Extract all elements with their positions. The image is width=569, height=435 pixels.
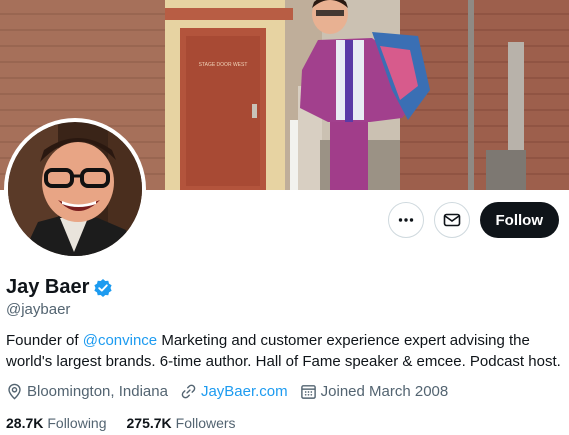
location-pin-icon	[8, 383, 21, 400]
verified-badge-icon[interactable]	[93, 278, 113, 298]
link-icon	[181, 384, 196, 399]
calendar-icon	[300, 385, 316, 399]
display-name: Jay Baer	[6, 276, 90, 298]
more-options-button[interactable]	[387, 202, 424, 238]
following-count: 28.7K	[6, 415, 44, 431]
user-handle: @jaybaer	[6, 301, 71, 318]
followers-label: Followers	[175, 415, 236, 431]
location-text: Bloomington, Indiana	[27, 383, 168, 400]
profile-avatar[interactable]	[4, 118, 146, 260]
joined-item: Joined March 2008	[300, 383, 449, 400]
following-link[interactable]: 28.7K Following	[6, 415, 107, 431]
more-icon	[398, 218, 413, 222]
follow-button[interactable]: Follow	[479, 202, 559, 238]
followers-link[interactable]: 275.7K Followers	[127, 415, 236, 431]
bio-mention-link[interactable]: @convince	[83, 332, 157, 349]
bio-text-prefix: Founder of	[6, 332, 83, 349]
website-link[interactable]: JayBaer.com	[201, 383, 288, 400]
profile-bio: Founder of @convince Marketing and custo…	[6, 330, 562, 372]
svg-text:STAGE DOOR WEST: STAGE DOOR WEST	[199, 62, 248, 68]
website-item: JayBaer.com	[180, 383, 288, 400]
followers-count: 275.7K	[126, 415, 172, 431]
name-row: Jay Baer	[6, 276, 113, 299]
profile-page: STAGE DOOR WEST Follow Jay Baer @jaybaer…	[0, 0, 569, 435]
profile-actions: Follow	[387, 202, 559, 238]
envelope-icon	[443, 213, 460, 227]
avatar-photo	[8, 122, 142, 256]
message-button[interactable]	[433, 202, 470, 238]
joined-text: Joined March 2008	[320, 383, 449, 400]
following-label: Following	[47, 415, 107, 431]
profile-stats: 28.7K Following 275.7K Followers	[6, 415, 256, 431]
profile-meta: Bloomington, Indiana JayBaer.com Joined …	[6, 383, 460, 400]
location-item: Bloomington, Indiana	[6, 383, 168, 400]
